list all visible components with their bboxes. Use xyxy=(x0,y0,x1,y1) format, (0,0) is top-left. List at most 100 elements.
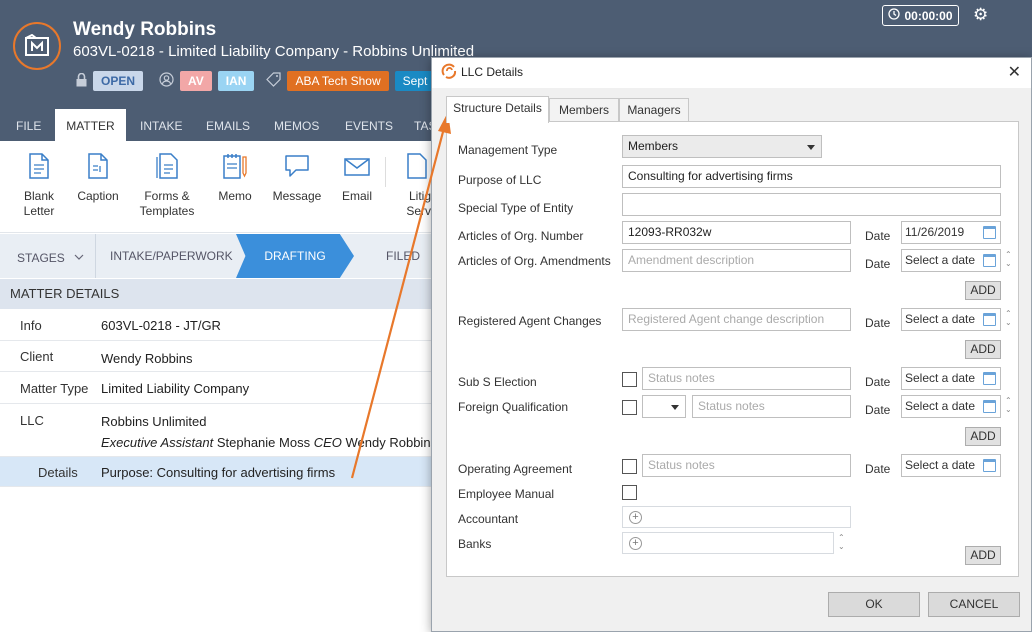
add-amendment-button[interactable]: ADD xyxy=(965,281,1001,300)
scroll-arrows-icon[interactable]: ⌃ ⌄ xyxy=(1005,396,1012,414)
calendar-icon[interactable] xyxy=(983,400,996,413)
foreign-state-select[interactable] xyxy=(642,395,686,418)
email-button[interactable]: Email xyxy=(339,153,375,204)
detail-row-client[interactable]: Client Wendy Robbins xyxy=(0,341,432,372)
operating-agreement-date-picker[interactable]: Select a date xyxy=(901,454,1001,477)
ribbon-separator xyxy=(385,157,386,187)
chevron-down-icon xyxy=(671,405,679,410)
envelope-icon xyxy=(339,153,375,183)
calendar-icon[interactable] xyxy=(983,459,996,472)
detail-row-details[interactable]: Details Purpose: Consulting for advertis… xyxy=(0,457,432,487)
tab-file[interactable]: FILE xyxy=(16,108,41,141)
date-label: Date xyxy=(865,403,891,417)
add-circle-icon[interactable]: + xyxy=(629,511,642,524)
sub-s-status-input[interactable]: Status notes xyxy=(642,367,851,390)
document-icon xyxy=(20,153,58,183)
blank-letter-button[interactable]: Blank Letter xyxy=(20,153,58,219)
cancel-button[interactable]: CANCEL xyxy=(928,592,1020,617)
dialog-titlebar: LLC Details ✕ xyxy=(432,58,1031,88)
accountant-picker[interactable]: + xyxy=(622,506,851,528)
stage-divider xyxy=(95,234,96,278)
date-label: Date xyxy=(865,316,891,330)
operating-status-input[interactable]: Status notes xyxy=(642,454,851,477)
amendment-description-input[interactable]: Amendment description xyxy=(622,249,851,272)
agent-change-input[interactable]: Registered Agent change description xyxy=(622,308,851,331)
add-agent-change-button[interactable]: ADD xyxy=(965,340,1001,359)
calendar-icon[interactable] xyxy=(983,372,996,385)
memo-button[interactable]: Memo xyxy=(215,153,255,204)
forms-templates-button[interactable]: Forms & Templates xyxy=(139,153,195,219)
calendar-icon[interactable] xyxy=(983,254,996,267)
sub-s-date-picker[interactable]: Select a date xyxy=(901,367,1001,390)
tab-structure-details[interactable]: Structure Details xyxy=(446,96,549,123)
timer-button[interactable]: 00:00:00 xyxy=(882,5,959,26)
banks-picker[interactable]: + xyxy=(622,532,834,554)
date-label: Date xyxy=(865,462,891,476)
sub-s-election-checkbox[interactable] xyxy=(622,372,637,387)
tag-aba-tech-show[interactable]: ABA Tech Show xyxy=(287,71,389,91)
scroll-arrows-icon[interactable]: ⌃ ⌄ xyxy=(1005,250,1012,268)
ok-button[interactable]: OK xyxy=(828,592,920,617)
tab-managers[interactable]: Managers xyxy=(619,98,689,122)
user-badge-ian[interactable]: IAN xyxy=(217,71,255,91)
org-number-input[interactable]: 12093-RR032w xyxy=(622,221,851,244)
employee-manual-label: Employee Manual xyxy=(458,487,555,501)
status-badge-open[interactable]: OPEN xyxy=(93,71,144,91)
agent-changes-label: Registered Agent Changes xyxy=(458,314,602,328)
caption-button[interactable]: Caption xyxy=(76,153,120,204)
foreign-status-input[interactable]: Status notes xyxy=(692,395,851,418)
lock-icon[interactable] xyxy=(76,72,87,90)
structure-details-panel: Management Type Members Purpose of LLC C… xyxy=(446,121,1019,577)
tab-intake[interactable]: INTAKE xyxy=(140,108,182,141)
add-bank-button[interactable]: ADD xyxy=(965,546,1001,565)
scroll-arrows-icon[interactable]: ⌃ ⌄ xyxy=(1005,309,1012,327)
app-logo-icon xyxy=(441,63,457,82)
org-number-label: Articles of Org. Number xyxy=(458,229,584,243)
stage-filed[interactable]: FILED xyxy=(386,234,420,278)
stage-drafting[interactable]: DRAFTING xyxy=(236,234,354,278)
forms-icon xyxy=(139,153,195,183)
matter-line: 603VL-0218 - Limited Liability Company -… xyxy=(73,43,475,60)
foreign-qualification-date-picker[interactable]: Select a date xyxy=(901,395,1001,418)
foreign-qualification-label: Foreign Qualification xyxy=(458,400,569,414)
chevron-down-icon xyxy=(74,234,84,278)
sub-s-election-label: Sub S Election xyxy=(458,375,537,389)
detail-row-llc[interactable]: LLC Robbins Unlimited Executive Assistan… xyxy=(0,404,437,457)
management-type-label: Management Type xyxy=(458,143,558,157)
banks-label: Banks xyxy=(458,537,492,551)
people-icon[interactable] xyxy=(159,72,174,90)
stages-dropdown[interactable]: STAGES xyxy=(17,234,84,278)
calendar-icon[interactable] xyxy=(983,313,996,326)
purpose-input[interactable]: Consulting for advertising firms xyxy=(622,165,1001,188)
calendar-icon[interactable] xyxy=(983,226,996,239)
tag-icon[interactable] xyxy=(266,72,282,90)
speech-bubble-icon xyxy=(272,153,322,183)
stage-intake-paperwork[interactable]: INTAKE/PAPERWORK xyxy=(110,234,233,278)
tag-sept[interactable]: Sept xyxy=(394,71,436,91)
management-type-select[interactable]: Members xyxy=(622,135,822,158)
message-button[interactable]: Message xyxy=(272,153,322,204)
detail-row-matter-type[interactable]: Matter Type Limited Liability Company xyxy=(0,372,432,404)
date-label: Date xyxy=(865,229,891,243)
tab-members[interactable]: Members xyxy=(549,98,619,122)
tab-memos[interactable]: MEMOS xyxy=(274,108,319,141)
tab-emails[interactable]: EMAILS xyxy=(206,108,250,141)
special-type-input[interactable] xyxy=(622,193,1001,216)
operating-agreement-checkbox[interactable] xyxy=(622,459,637,474)
add-circle-icon[interactable]: + xyxy=(629,537,642,550)
agent-change-date-picker[interactable]: Select a date xyxy=(901,308,1001,331)
operating-agreement-label: Operating Agreement xyxy=(458,462,573,476)
detail-row-info[interactable]: Info 603VL-0218 - JT/GR xyxy=(0,309,432,341)
scroll-arrows-icon[interactable]: ⌃ ⌄ xyxy=(838,533,845,551)
gear-icon[interactable]: ⚙ xyxy=(973,5,988,25)
close-icon[interactable]: ✕ xyxy=(1008,62,1021,82)
employee-manual-checkbox[interactable] xyxy=(622,485,637,500)
accountant-label: Accountant xyxy=(458,512,519,526)
tab-matter[interactable]: MATTER xyxy=(55,109,126,141)
foreign-qualification-checkbox[interactable] xyxy=(622,400,637,415)
add-foreign-qualification-button[interactable]: ADD xyxy=(965,427,1001,446)
amendment-date-picker[interactable]: Select a date xyxy=(901,249,1001,272)
user-badge-av[interactable]: AV xyxy=(180,71,212,91)
org-number-date-picker[interactable]: 11/26/2019 xyxy=(901,221,1001,244)
tab-events[interactable]: EVENTS xyxy=(345,108,393,141)
